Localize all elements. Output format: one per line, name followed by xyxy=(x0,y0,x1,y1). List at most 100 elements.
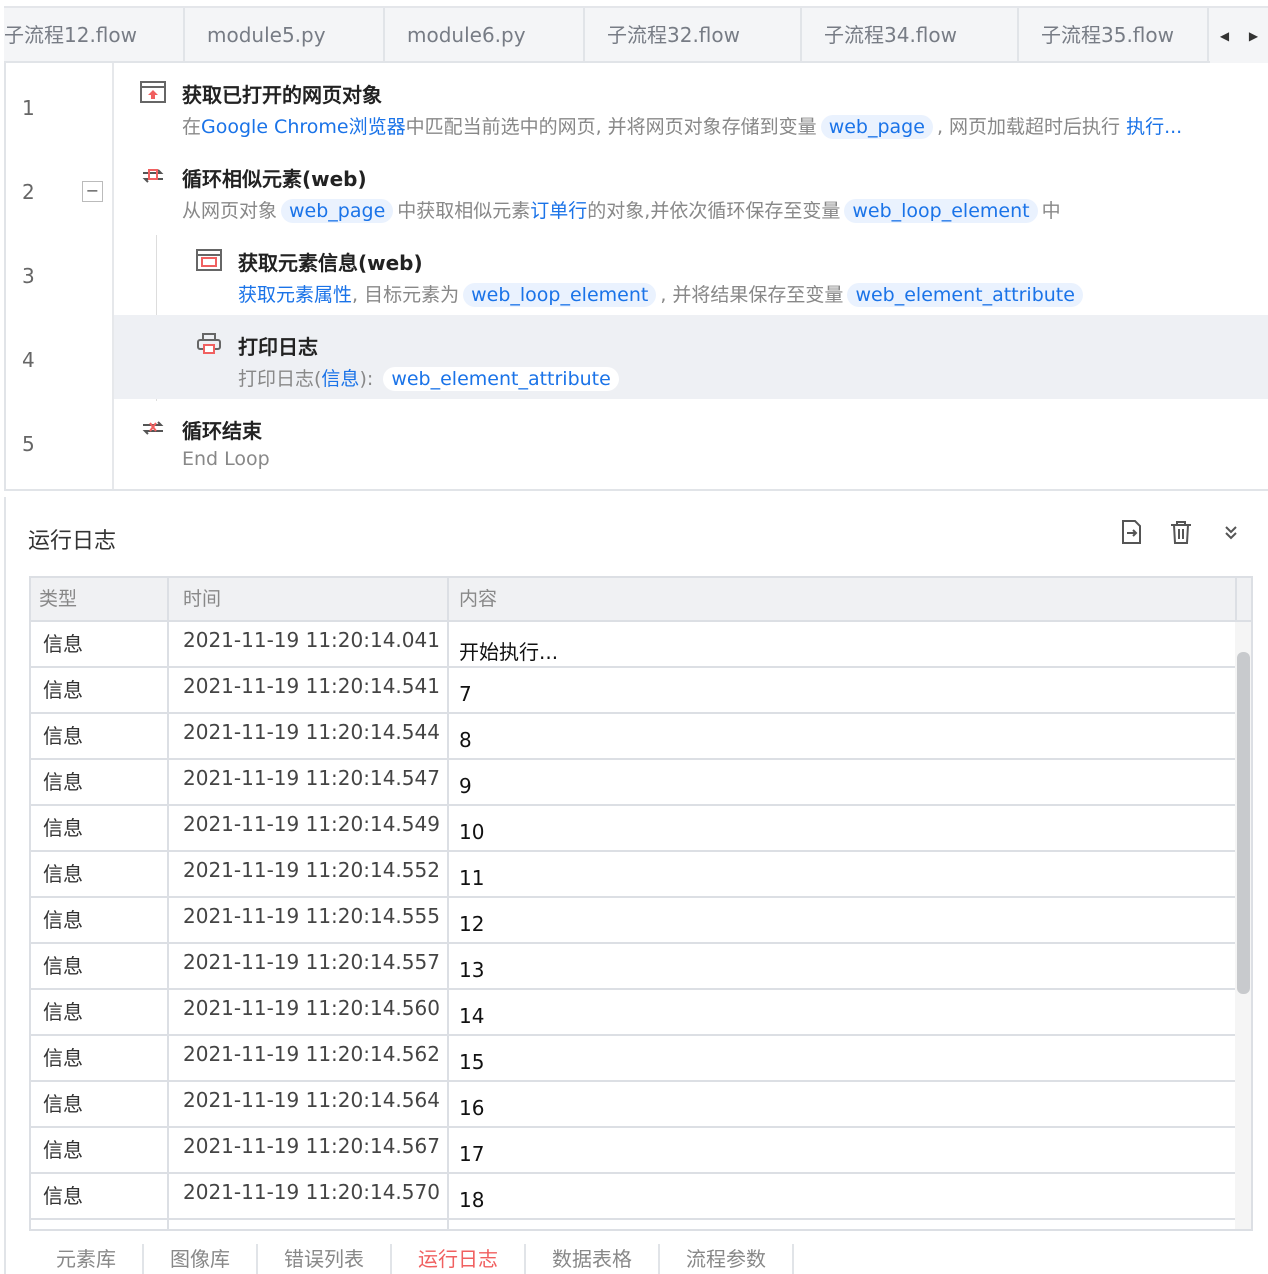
cell-type: 信息 xyxy=(31,1082,169,1126)
bottom-tab[interactable]: 运行日志 xyxy=(392,1244,526,1274)
column-type: 类型 xyxy=(31,578,169,620)
run-log-panel: 运行日志 类型 时间 内容 信息 2021-11-19 11:20:14.041 开… xyxy=(4,497,1268,1274)
file-tabs: 子流程12.flow module5.py module6.py 子流程32.f… xyxy=(4,6,1268,63)
tab-module5[interactable]: module5.py xyxy=(185,8,385,63)
tab-subflow32[interactable]: 子流程32.flow xyxy=(585,8,802,63)
scrollbar-thumb[interactable] xyxy=(1237,652,1250,994)
line-number: 4 xyxy=(22,348,35,372)
cell-type: 信息 xyxy=(31,622,169,666)
column-content: 内容 xyxy=(449,578,1237,620)
cell-content: 18 xyxy=(449,1174,1237,1218)
cell-type: 信息 xyxy=(31,1128,169,1172)
cell-content: 8 xyxy=(449,714,1237,758)
cell-time: 2021-11-19 11:20:14.564 xyxy=(169,1082,449,1126)
tab-subflow35[interactable]: 子流程35.flow xyxy=(1019,8,1209,63)
tab-subflow34[interactable]: 子流程34.flow xyxy=(802,8,1019,63)
tab-scroll-buttons: ◀ ▶ xyxy=(1210,8,1268,63)
step-title: 循环结束 xyxy=(182,419,262,443)
cell-type: 信息 xyxy=(31,1174,169,1218)
tab-subflow12[interactable]: 子流程12.flow xyxy=(4,8,185,63)
column-time: 时间 xyxy=(169,578,449,620)
table-row[interactable]: 信息 2021-11-19 11:20:14.547 9 xyxy=(31,760,1251,806)
bottom-tab[interactable]: 元素库 xyxy=(30,1244,144,1274)
table-row[interactable]: 信息 2021-11-19 11:20:14.570 18 xyxy=(31,1174,1251,1220)
line-number: 5 xyxy=(22,432,35,456)
bottom-tab[interactable]: 图像库 xyxy=(144,1244,258,1274)
cell-content: 9 xyxy=(449,760,1237,804)
step-desc: 在Google Chrome浏览器中匹配当前选中的网页, 并将网页对象存储到变量… xyxy=(182,115,1183,139)
variable-chip[interactable]: web_page xyxy=(281,199,394,223)
step-desc: 从网页对象 web_page 中获取相似元素订单行的对象,并依次循环保存至变量 web… xyxy=(182,199,1061,223)
step-desc: End Loop xyxy=(182,448,270,470)
scroll-right-icon[interactable]: ▶ xyxy=(1249,29,1258,43)
variable-chip[interactable]: web_loop_element xyxy=(463,283,657,307)
cell-time: 2021-11-19 11:20:14.570 xyxy=(169,1174,449,1218)
table-row[interactable]: 信息 2021-11-19 11:20:14.567 17 xyxy=(31,1128,1251,1174)
cell-time: 2021-11-19 11:20:14.567 xyxy=(169,1128,449,1172)
cell-content: 16 xyxy=(449,1082,1237,1126)
bottom-tab[interactable]: 流程参数 xyxy=(660,1244,794,1274)
cell-content: 12 xyxy=(449,898,1237,942)
cell-content xyxy=(449,1220,1237,1229)
table-row[interactable]: 信息 2021-11-19 11:20:14.541 7 xyxy=(31,668,1251,714)
log-table: 类型 时间 内容 信息 2021-11-19 11:20:14.041 开始执行..… xyxy=(29,576,1253,1231)
loop-icon xyxy=(142,169,164,183)
cell-content: 15 xyxy=(449,1036,1237,1080)
table-row[interactable]: 信息 2021-11-19 11:20:14.560 14 xyxy=(31,990,1251,1036)
cell-type: 信息 xyxy=(31,898,169,942)
cell-type: 信息 xyxy=(31,852,169,896)
bottom-tab[interactable]: 错误列表 xyxy=(258,1244,392,1274)
step-end-loop[interactable]: 循环结束 End Loop xyxy=(114,399,1268,483)
cell-time: 2021-11-19 11:20:14.560 xyxy=(169,990,449,1034)
table-row[interactable]: 信息 2021-11-19 11:20:14.564 16 xyxy=(31,1082,1251,1128)
line-number: 3 xyxy=(22,264,35,288)
cell-time: 2021-11-19 11:20:14.547 xyxy=(169,760,449,804)
cell-content: 17 xyxy=(449,1128,1237,1172)
cell-content: 13 xyxy=(449,944,1237,988)
scroll-left-icon[interactable]: ◀ xyxy=(1220,29,1229,43)
panel-title: 运行日志 xyxy=(28,529,117,554)
table-row[interactable]: 信息 2021-11-19 11:20:14.552 11 xyxy=(31,852,1251,898)
line-gutter: 1 2 − 3 4 5 xyxy=(6,63,114,489)
table-row[interactable]: 信息 2021-11-19 11:20:14.549 10 xyxy=(31,806,1251,852)
step-title: 获取元素信息(web) xyxy=(238,251,423,275)
flow-editor: 1 2 − 3 4 5 获取已打开的网页对象 在Google Chrome浏览器… xyxy=(4,63,1268,491)
step-desc: 打印日志(信息): web_element_attribute xyxy=(238,364,623,391)
cell-type: 信息 xyxy=(31,806,169,850)
cell-time: 2021-11-19 11:20:14.555 xyxy=(169,898,449,942)
cell-time: 2021-11-19 11:20:14.041 xyxy=(169,622,449,666)
line-number: 1 xyxy=(22,96,35,120)
export-icon[interactable] xyxy=(1118,519,1144,545)
bottom-tab[interactable]: 数据表格 xyxy=(526,1244,660,1274)
step-get-webpage[interactable]: 获取已打开的网页对象 在Google Chrome浏览器中匹配当前选中的网页, … xyxy=(114,63,1268,147)
variable-chip[interactable]: web_loop_element xyxy=(844,199,1038,223)
step-loop-similar[interactable]: 循环相似元素(web) 从网页对象 web_page 中获取相似元素订单行的对象,并… xyxy=(114,147,1268,231)
cell-type: 信息 xyxy=(31,1036,169,1080)
table-row[interactable]: 信息 2021-11-19 11:20:14.555 12 xyxy=(31,898,1251,944)
variable-chip[interactable]: web_element_attribute xyxy=(383,367,619,391)
variable-chip[interactable]: web_page xyxy=(820,115,933,139)
table-row[interactable]: 信息 2021-11-19 11:20:14.041 开始执行... xyxy=(31,622,1251,668)
delete-icon[interactable] xyxy=(1168,519,1194,545)
scrollbar[interactable] xyxy=(1235,622,1251,1229)
end-loop-icon xyxy=(142,421,164,435)
collapse-toggle[interactable]: − xyxy=(82,181,103,202)
collapse-down-icon[interactable] xyxy=(1218,519,1244,545)
step-desc: 获取元素属性, 目标元素为 web_loop_element, 并将结果保存至变量… xyxy=(238,280,1087,307)
printer-icon xyxy=(197,333,221,354)
step-get-element-info[interactable]: 获取元素信息(web) 获取元素属性, 目标元素为 web_loop_elemen… xyxy=(114,231,1268,315)
table-row[interactable]: 信息 2021-11-19 11:20:14.544 8 xyxy=(31,714,1251,760)
cell-time: 2021-11-19 11:20:14.549 xyxy=(169,806,449,850)
step-title: 打印日志 xyxy=(238,335,318,359)
step-print-log[interactable]: 打印日志 打印日志(信息): web_element_attribute xyxy=(114,315,1268,399)
cell-content: 14 xyxy=(449,990,1237,1034)
tab-module6[interactable]: module6.py xyxy=(385,8,585,63)
cell-type: 信息 xyxy=(31,944,169,988)
bottom-tabs: 元素库 图像库 错误列表 运行日志 数据表格 流程参数 xyxy=(30,1244,794,1274)
table-header: 类型 时间 内容 xyxy=(31,578,1251,622)
variable-chip[interactable]: web_element_attribute xyxy=(847,283,1083,307)
table-row[interactable]: 信息 xyxy=(31,1220,1251,1229)
table-row[interactable]: 信息 2021-11-19 11:20:14.557 13 xyxy=(31,944,1251,990)
table-row[interactable]: 信息 2021-11-19 11:20:14.562 15 xyxy=(31,1036,1251,1082)
log-actions xyxy=(1118,519,1244,545)
